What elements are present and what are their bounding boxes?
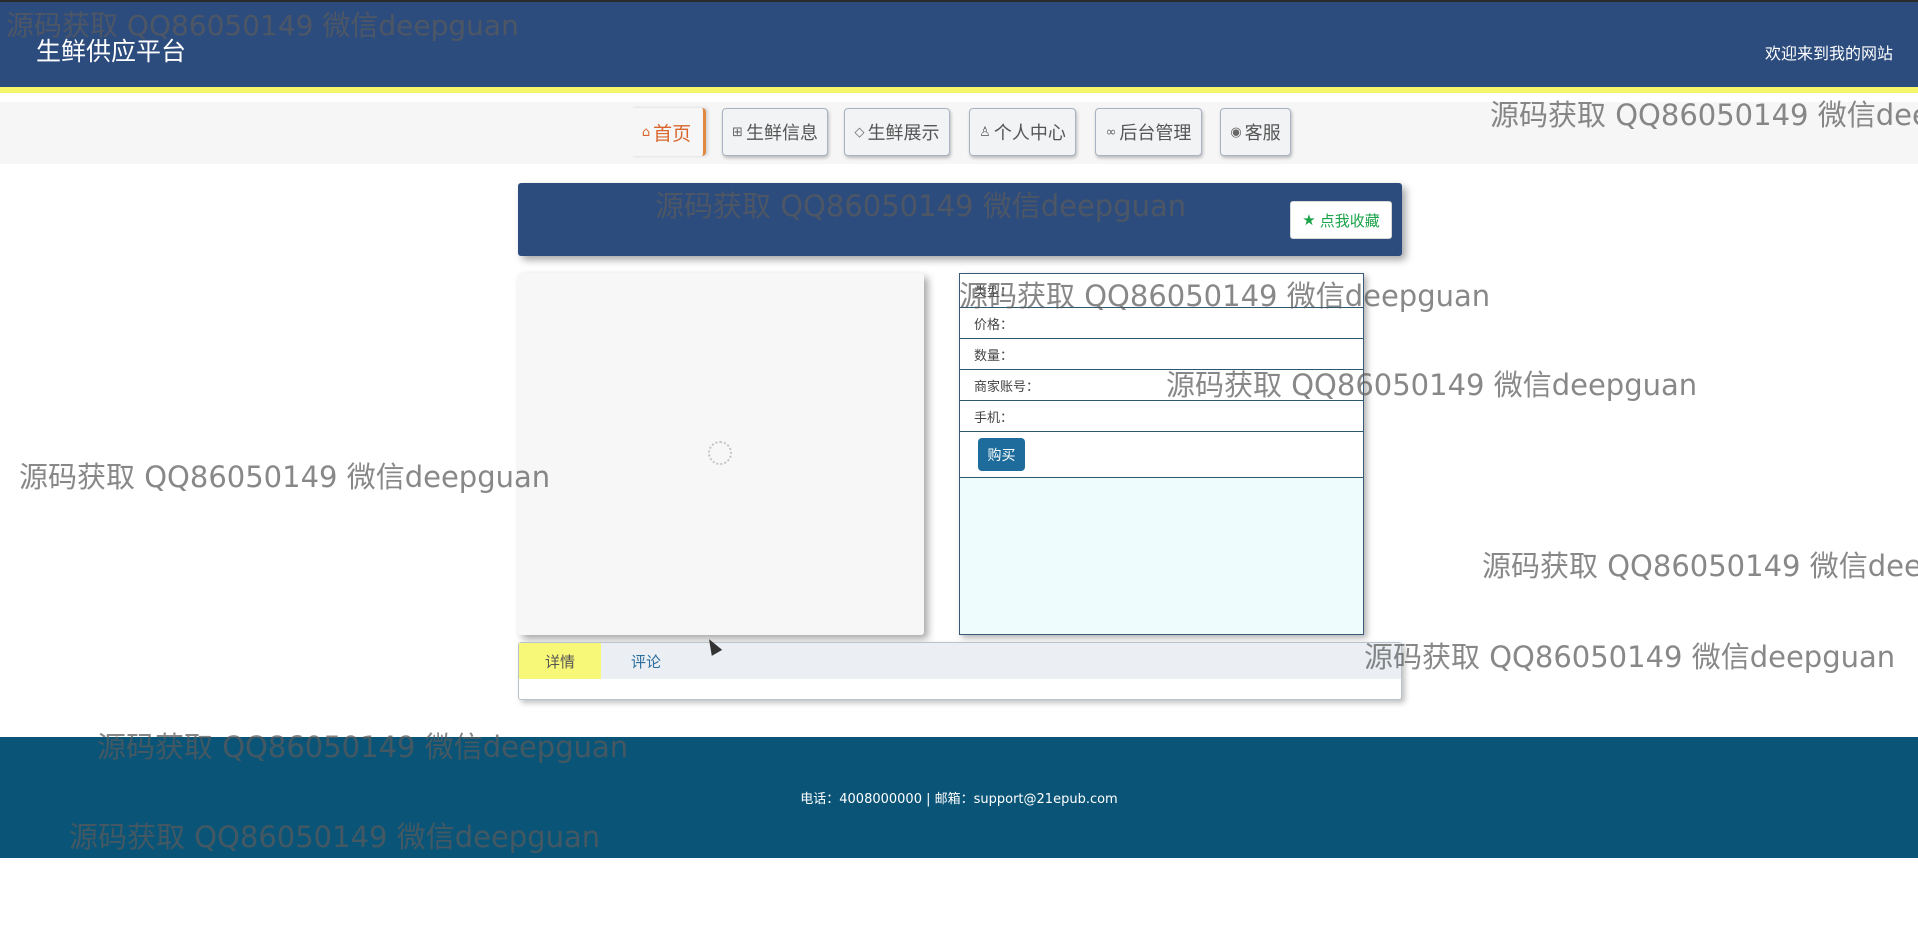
nav-item-customer-service[interactable]: ◉ 客服	[1220, 108, 1291, 156]
nav-item-label: 生鲜信息	[745, 123, 818, 144]
tag-icon: ◇	[854, 124, 865, 140]
info-row-quantity: 数量：	[960, 339, 1363, 370]
tab-comments[interactable]: 评论	[601, 643, 691, 679]
buy-row: 购买	[960, 432, 1363, 478]
site-footer: 电话：4008000000 | 邮箱：support@21epub.com	[0, 737, 1918, 858]
nav-item-label: 后台管理	[1119, 123, 1192, 144]
footer-contact: 电话：4008000000 | 邮箱：support@21epub.com	[800, 792, 1118, 807]
nav-item-personal-center[interactable]: ♙ 个人中心	[969, 108, 1076, 156]
welcome-text: 欢迎来到我的网站	[1764, 44, 1893, 63]
nav-item-fresh-info[interactable]: ⊞ 生鲜信息	[722, 108, 828, 156]
collect-button[interactable]: ★ 点我收藏	[1290, 201, 1392, 239]
watermark: 源码获取 QQ86050149 微信deepguan	[1364, 640, 1896, 674]
nav-item-label: 生鲜展示	[867, 123, 940, 144]
user-icon: ♙	[979, 124, 991, 140]
loading-spinner-icon	[708, 441, 732, 465]
nav-item-label: 客服	[1244, 123, 1281, 144]
chat-icon: ◉	[1230, 124, 1242, 140]
tab-details[interactable]: 详情	[519, 643, 602, 679]
nav-item-home[interactable]: ⌂ 首页	[630, 108, 706, 156]
info-row-phone: 手机：	[960, 401, 1363, 432]
collect-button-label: 点我收藏	[1319, 211, 1380, 230]
watermark: 源码获取 QQ86050149 微信deepguan	[1482, 549, 1918, 583]
nav-item-label: 首页	[653, 122, 692, 145]
buy-button[interactable]: 购买	[978, 438, 1025, 471]
product-title-bar: ★ 点我收藏	[518, 183, 1402, 256]
page: 生鲜供应平台 欢迎来到我的网站 ⌂ 首页 ⊞ 生鲜信息 ◇ 生鲜展示 ♙ 个人中…	[0, 0, 1918, 938]
detail-tabs: 详情 评论	[518, 642, 1402, 700]
product-info-panel: 类型： 价格： 数量： 商家账号： 手机： 购买	[959, 273, 1364, 635]
info-row-type: 类型：	[960, 274, 1363, 308]
site-header: 生鲜供应平台 欢迎来到我的网站	[0, 0, 1918, 93]
watermark: 源码获取 QQ86050149 微信deepguan	[19, 460, 551, 494]
home-icon: ⌂	[641, 124, 651, 140]
star-icon: ★	[1302, 211, 1316, 229]
product-info-list: 类型： 价格： 数量： 商家账号： 手机：	[960, 274, 1363, 432]
info-row-merchant-account: 商家账号：	[960, 370, 1363, 401]
main-nav: ⌂ 首页 ⊞ 生鲜信息 ◇ 生鲜展示 ♙ 个人中心 ∞ 后台管理 ◉ 客服	[0, 102, 1918, 164]
info-row-price: 价格：	[960, 308, 1363, 339]
nav-item-fresh-display[interactable]: ◇ 生鲜展示	[844, 108, 950, 156]
nav-item-label: 个人中心	[993, 123, 1066, 144]
site-title: 生鲜供应平台	[36, 37, 187, 66]
product-image	[518, 273, 924, 635]
nav-item-admin[interactable]: ∞ 后台管理	[1095, 108, 1202, 156]
tabs-bar: 详情 评论	[519, 643, 1401, 679]
link-icon: ∞	[1105, 124, 1117, 140]
gift-icon: ⊞	[732, 124, 743, 140]
